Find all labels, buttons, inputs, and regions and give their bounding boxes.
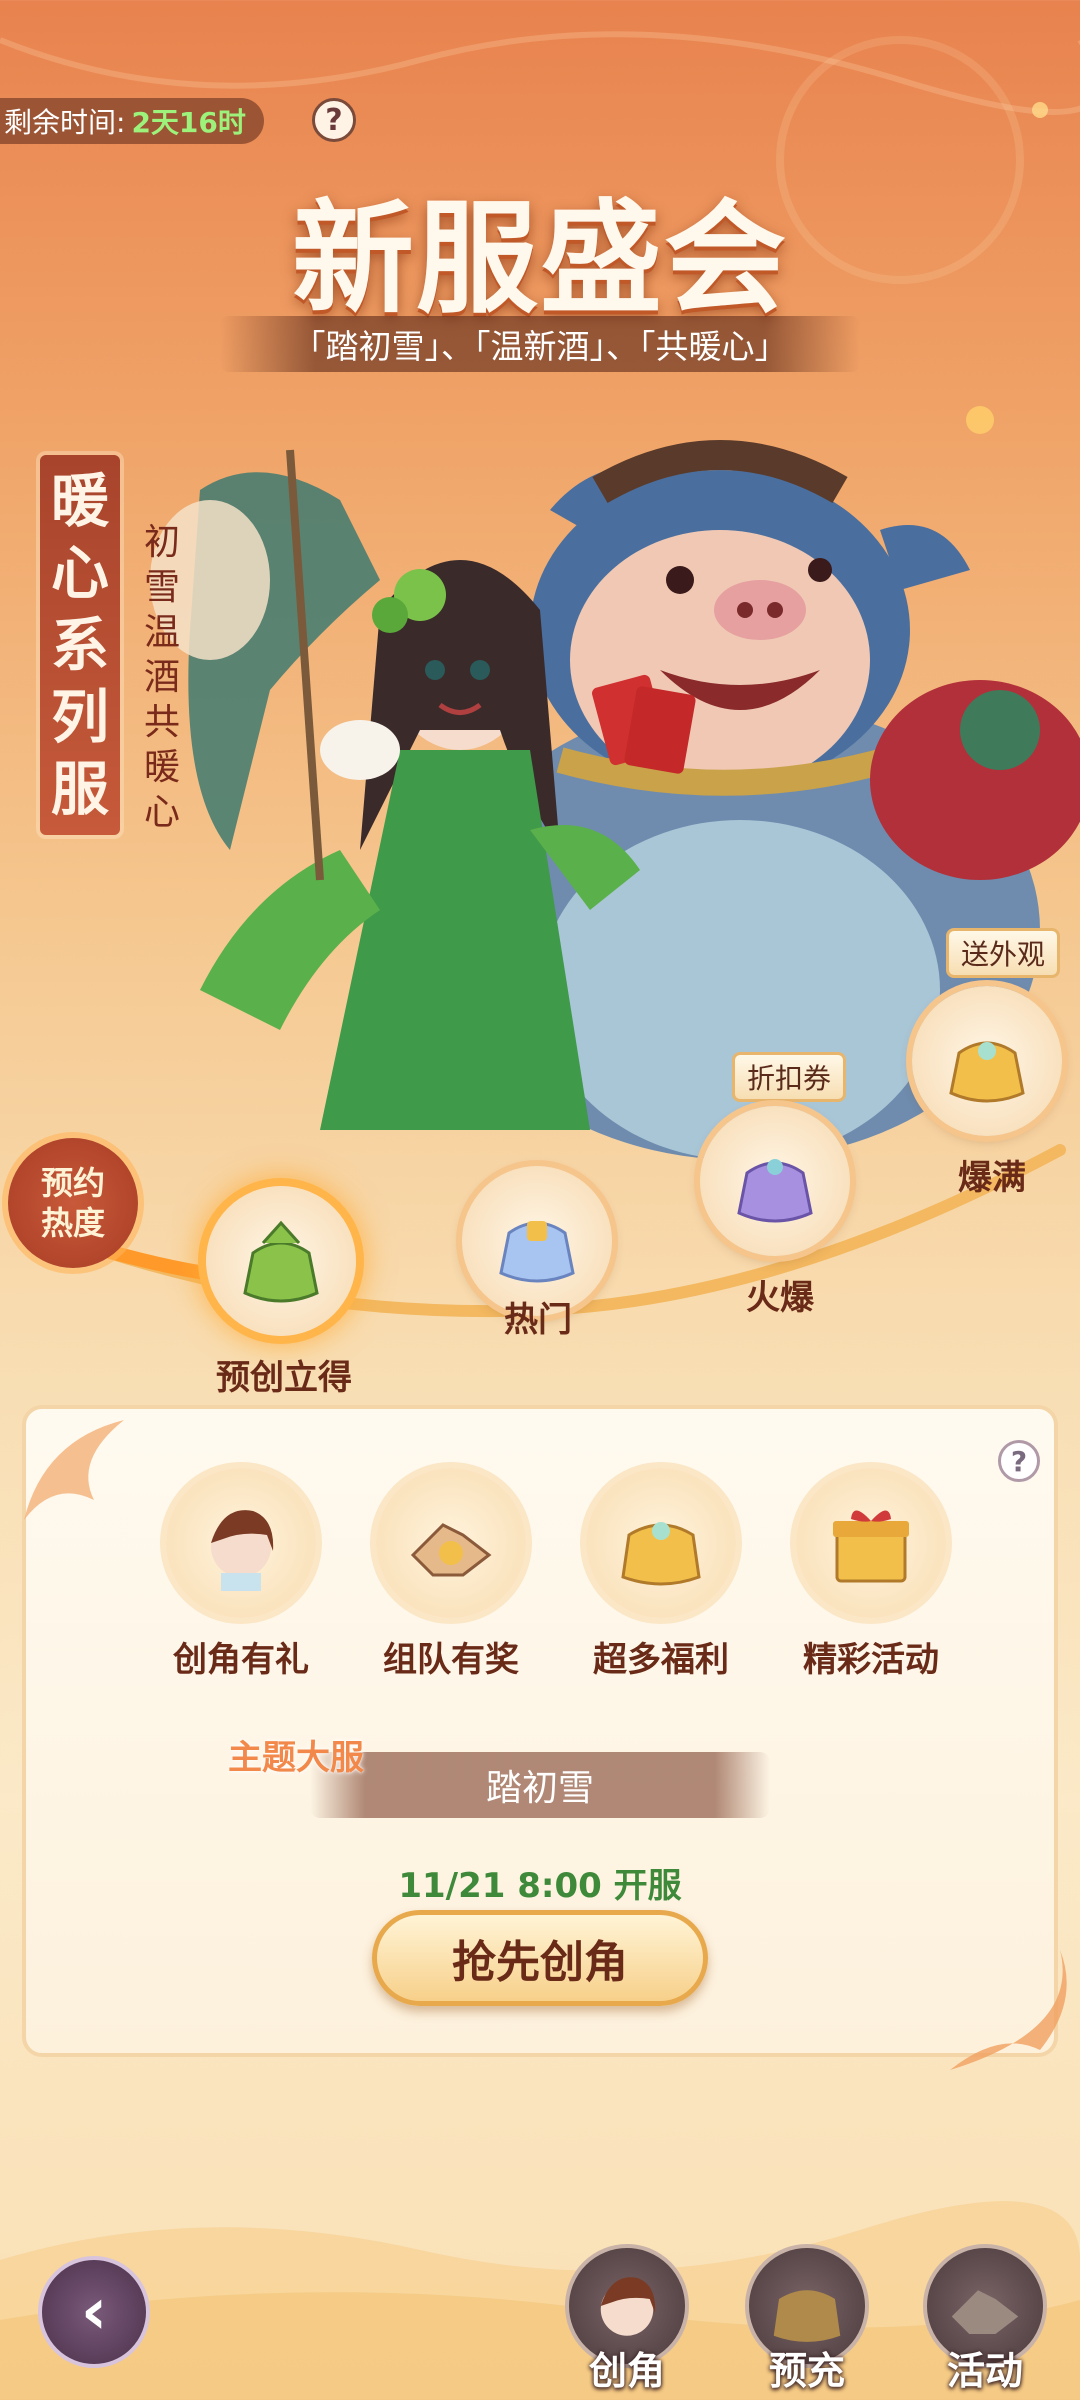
- flame-swirl-decoration: [24, 1420, 124, 1520]
- page-title: 新服盛会: [292, 186, 788, 330]
- handshake-icon: [951, 2290, 1019, 2334]
- back-button[interactable]: ‹: [38, 2256, 150, 2368]
- feature-events[interactable]: 精彩活动: [786, 1468, 956, 1681]
- feature-welfare[interactable]: 超多福利: [576, 1468, 746, 1681]
- create-role-button[interactable]: 抢先创角: [372, 1910, 708, 2006]
- bottom-cloud-decoration: [0, 2201, 1080, 2400]
- panel-help-icon[interactable]: ?: [998, 1440, 1040, 1482]
- tier-fire-label: 火爆: [746, 1278, 814, 1318]
- subtitle-banner: 「踏初雪」、「温新酒」、「共暖心」: [220, 316, 860, 372]
- side-poem: 初雪温酒共暖心: [143, 522, 180, 833]
- character-icon: [211, 1510, 274, 1591]
- tier-hot-label: 热门: [504, 1300, 572, 1340]
- reservation-heat-badge: 预约 热度: [8, 1138, 138, 1268]
- blue-bag-icon: [499, 1221, 575, 1283]
- discount-coupon-tag: 折扣券: [732, 1052, 847, 1102]
- server-name: 踏初雪: [310, 1752, 770, 1818]
- back-arrow-icon: ‹: [80, 2275, 108, 2349]
- tier-precreate[interactable]: [206, 1186, 356, 1336]
- tier-full[interactable]: [912, 986, 1062, 1136]
- gold-bag-icon: [949, 1041, 1025, 1103]
- server-open-time: 11/21 8:00 开服: [398, 1866, 682, 1906]
- character-icon: [600, 2277, 656, 2336]
- gift-box-icon: [833, 1510, 909, 1583]
- free-outfit-tag: 送外观: [946, 928, 1061, 978]
- nav-create-role[interactable]: 创角: [562, 2244, 692, 2395]
- feature-team-reward[interactable]: 组队有奖: [366, 1468, 536, 1681]
- flame-swirl-decoration-right: [950, 1950, 1067, 2070]
- series-banner-text: 暖心系列服: [50, 467, 109, 823]
- tier-full-label: 爆满: [958, 1158, 1026, 1198]
- tier-fire[interactable]: [700, 1106, 850, 1256]
- gold-bag-icon: [773, 2290, 841, 2342]
- purple-bag-icon: [737, 1159, 813, 1223]
- handshake-icon: [410, 1523, 492, 1577]
- tier-precreate-label: 预创立得: [216, 1358, 352, 1398]
- nav-prepay[interactable]: 预充: [742, 2244, 872, 2395]
- nav-activity[interactable]: 活动: [920, 2244, 1050, 2395]
- feature-create-role-gift[interactable]: 创角有礼: [156, 1468, 326, 1681]
- gold-bag-icon: [621, 1522, 701, 1586]
- green-bag-icon: [243, 1220, 319, 1303]
- theme-server-label: 主题大服: [228, 1738, 364, 1778]
